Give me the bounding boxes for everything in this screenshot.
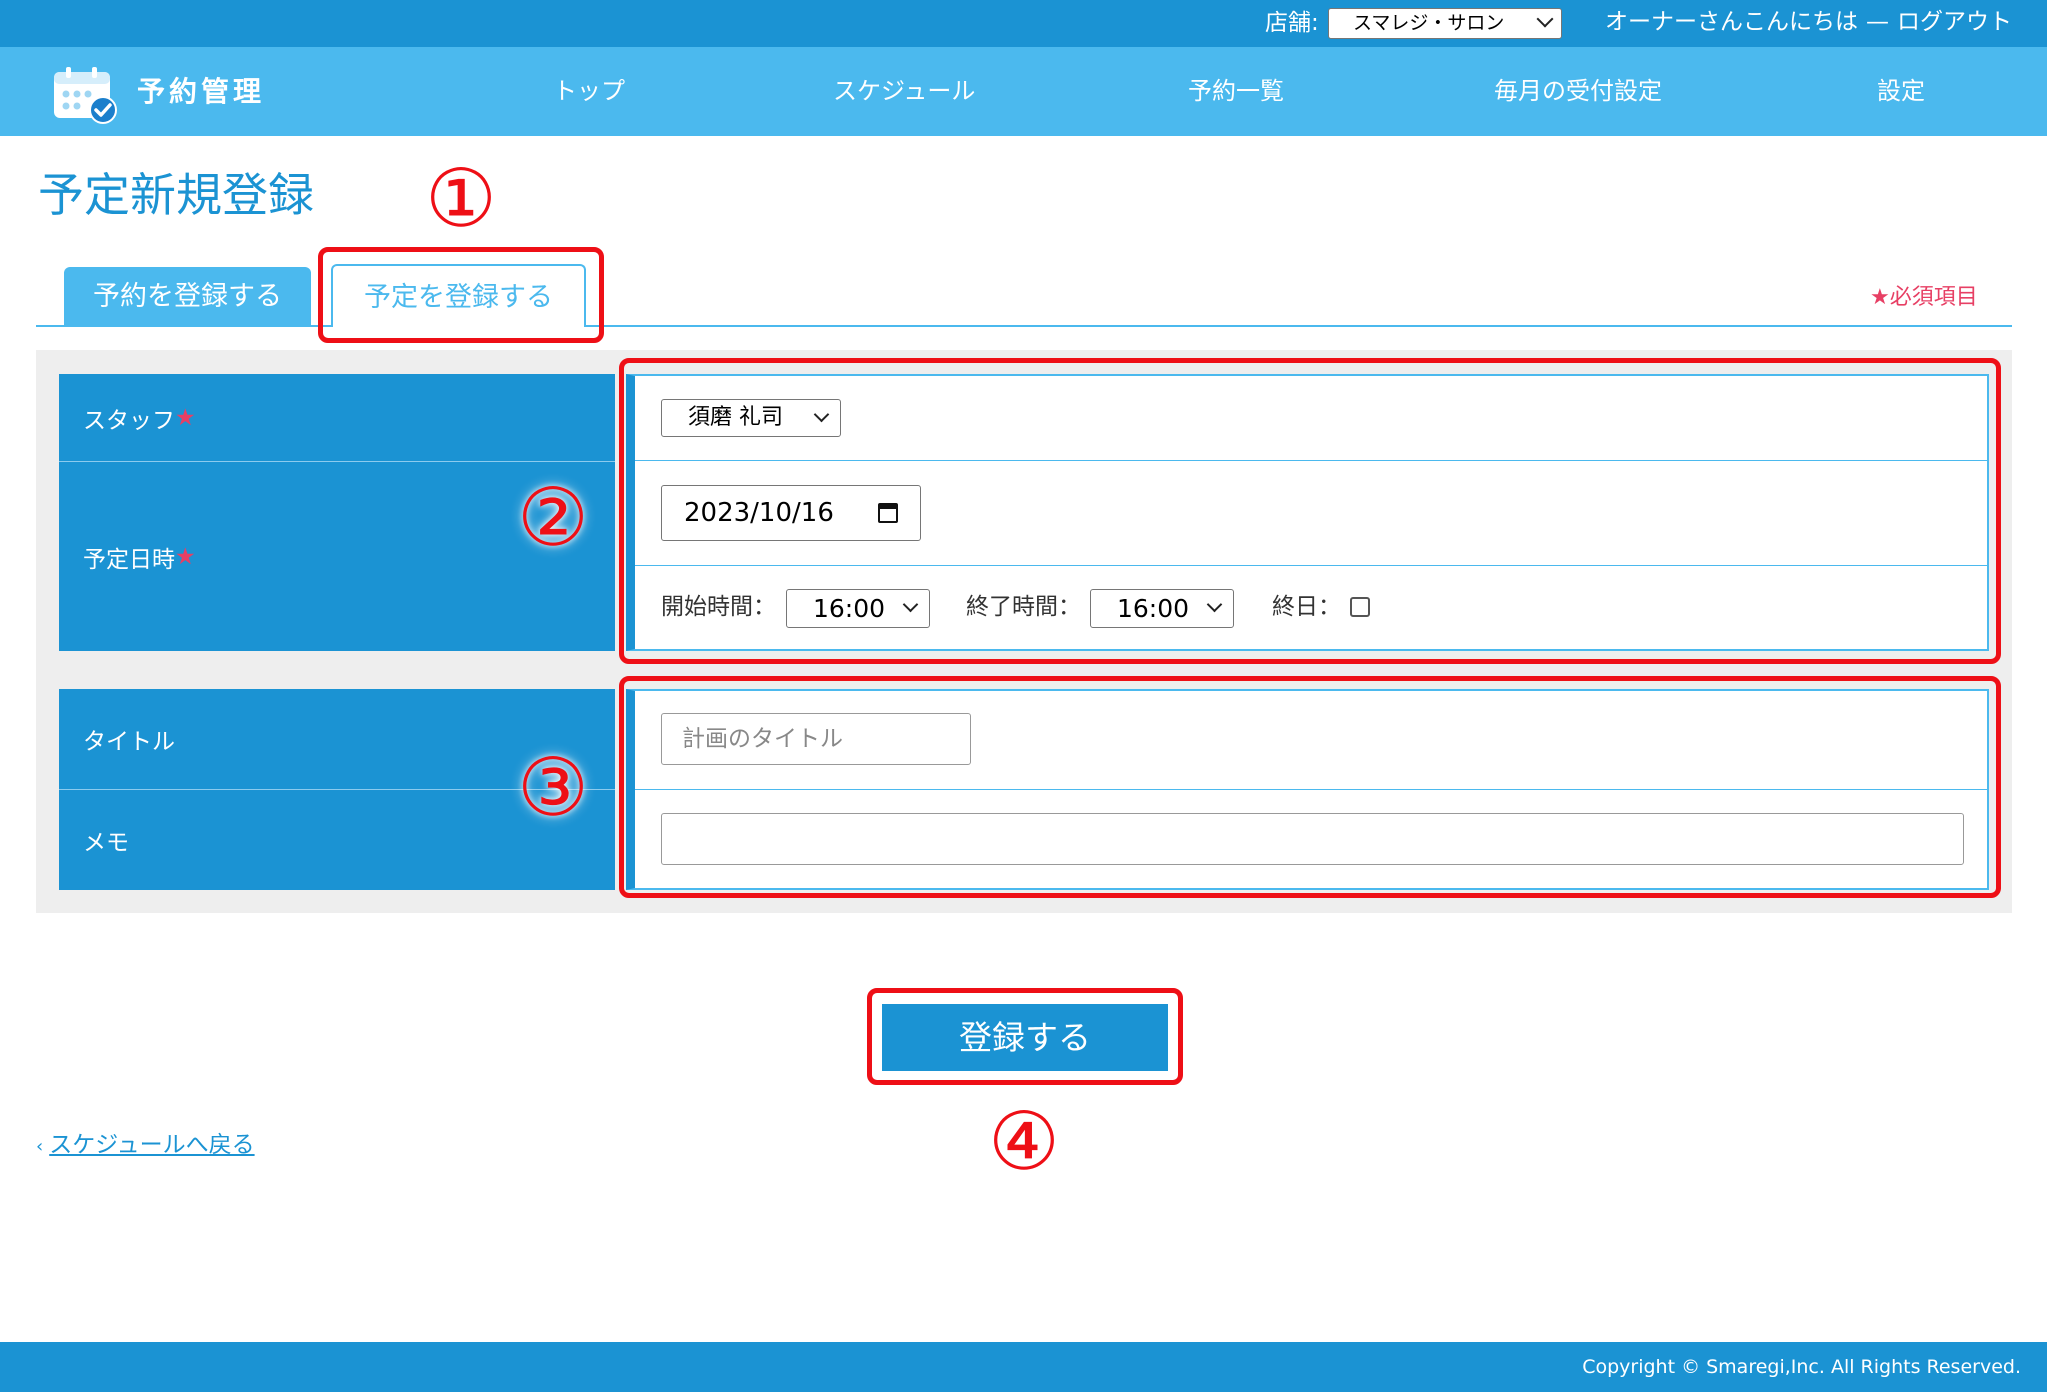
nav-item-reservations[interactable]: 予約一覧 [1188, 73, 1284, 109]
staff-label: スタッフ ★ [59, 374, 615, 461]
nav-item-settings[interactable]: 設定 [1877, 73, 1925, 109]
main-nav: 予約管理 トップ スケジュール 予約一覧 毎月の受付設定 設定 [0, 47, 2047, 136]
annotation-number-2: ② [517, 471, 589, 564]
top-bar: 店舗: スマレジ・サロン オーナーさんこんにちは — ログアウト [0, 0, 2047, 47]
required-star: ★ [175, 404, 196, 431]
greeting-text: オーナーさんこんにちは [1605, 9, 1858, 35]
calendar-check-icon [54, 67, 117, 124]
nav-item-monthly-settings[interactable]: 毎月の受付設定 [1494, 73, 1662, 109]
title-label-text: タイトル [83, 729, 175, 755]
annotation-highlight-1 [318, 247, 604, 343]
chevron-left-icon: ‹ [36, 1136, 44, 1157]
chevron-down-icon [1536, 10, 1554, 28]
annotation-number-1: ① [425, 152, 497, 245]
annotation-highlight-2 [619, 358, 2001, 664]
annotation-highlight-4 [867, 988, 1183, 1085]
annotation-number-3: ③ [517, 741, 589, 834]
store-select[interactable]: スマレジ・サロン [1328, 8, 1562, 39]
page-title: 予定新規登録 [38, 168, 314, 222]
required-star: ★ [175, 543, 196, 570]
back-link-text: スケジュールへ戻る [49, 1132, 255, 1158]
memo-label-text: メモ [83, 830, 129, 856]
greeting-separator: — [1866, 9, 1889, 35]
logout-link[interactable]: ログアウト [1897, 9, 2012, 35]
back-to-schedule-link[interactable]: ‹ スケジュールへ戻る [36, 1130, 255, 1162]
store-select-value: スマレジ・サロン [1353, 12, 1505, 34]
annotation-highlight-3 [619, 676, 2001, 898]
store-label: 店舗: [1265, 10, 1319, 36]
footer: Copyright © Smaregi,Inc. All Rights Rese… [0, 1342, 2047, 1392]
required-note: ★必須項目 [1870, 285, 1978, 310]
user-greeting: オーナーさんこんにちは — ログアウト [1605, 7, 2012, 37]
nav-item-top[interactable]: トップ [553, 73, 625, 109]
annotation-number-4: ④ [988, 1095, 1060, 1188]
tab-register-reservation[interactable]: 予約を登録する [64, 267, 311, 326]
nav-item-schedule[interactable]: スケジュール [833, 73, 975, 109]
datetime-label-text: 予定日時 [83, 546, 175, 573]
copyright: Copyright © Smaregi,Inc. All Rights Rese… [1582, 1356, 2021, 1378]
staff-label-text: スタッフ [83, 407, 175, 434]
app-title: 予約管理 [137, 75, 266, 108]
